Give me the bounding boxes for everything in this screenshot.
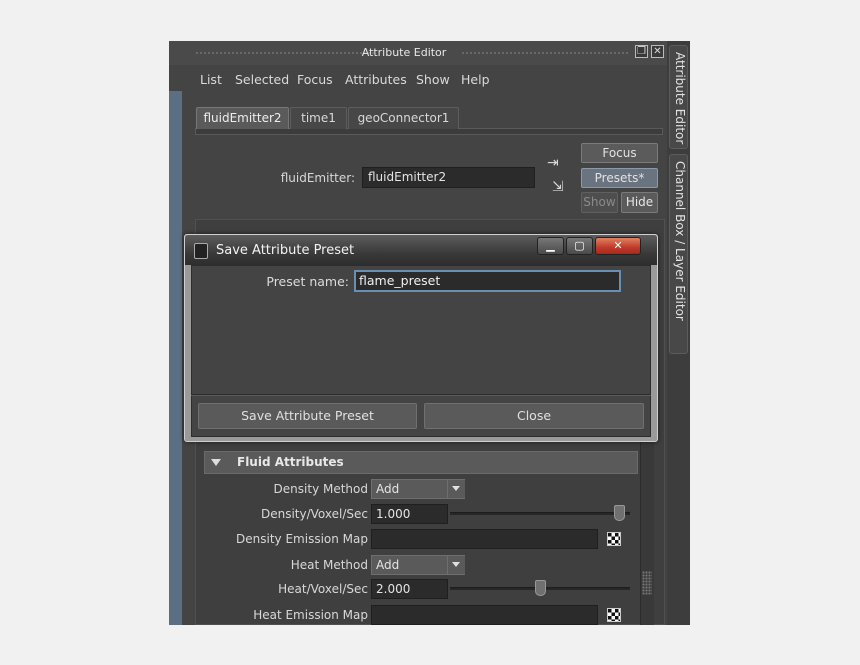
dock-tab-attribute-editor[interactable]: Attribute Editor bbox=[669, 45, 688, 149]
density-method-label: Density Method bbox=[273, 482, 368, 496]
menu-show[interactable]: Show bbox=[416, 72, 450, 87]
go-to-output-icon[interactable]: ⇲ bbox=[552, 179, 564, 195]
density-emission-map-field[interactable] bbox=[371, 529, 598, 549]
dialog-divider bbox=[191, 394, 651, 396]
maya-app-icon bbox=[194, 243, 208, 259]
close-button[interactable]: Close bbox=[424, 403, 644, 429]
menu-selected[interactable]: Selected bbox=[235, 72, 289, 87]
checker-map-icon[interactable] bbox=[607, 532, 621, 546]
density-method-dropdown-button[interactable] bbox=[447, 480, 465, 498]
menu-attributes[interactable]: Attributes bbox=[345, 72, 407, 87]
scrollbar-grip[interactable] bbox=[642, 571, 652, 595]
tab-strip bbox=[195, 128, 663, 135]
close-icon[interactable]: ✕ bbox=[595, 237, 641, 255]
chevron-down-icon bbox=[452, 562, 460, 567]
density-voxel-sec-slider[interactable] bbox=[450, 512, 630, 515]
checker-map-icon[interactable] bbox=[607, 608, 621, 622]
dock-tab-attribute-editor-label: Attribute Editor bbox=[673, 52, 687, 145]
chevron-down-icon bbox=[452, 486, 460, 491]
viewport-edge bbox=[169, 91, 182, 625]
save-attribute-preset-button[interactable]: Save Attribute Preset bbox=[198, 403, 417, 429]
menu-list[interactable]: List bbox=[200, 72, 222, 87]
density-emission-map-label: Density Emission Map bbox=[236, 532, 368, 546]
dock-tab-channel-box-label: Channel Box / Layer Editor bbox=[673, 161, 687, 321]
dialog-title-bar[interactable]: Save Attribute Preset ▁ ▢ ✕ bbox=[185, 235, 657, 265]
fluid-attributes-section-header[interactable]: Fluid Attributes bbox=[204, 451, 638, 474]
tab-time1[interactable]: time1 bbox=[290, 107, 347, 129]
dock-tab-strip: Attribute Editor Channel Box / Layer Edi… bbox=[667, 41, 690, 625]
window-title: Attribute Editor bbox=[361, 46, 447, 59]
title-bar[interactable]: Attribute Editor ❐ ✕ bbox=[169, 41, 667, 65]
load-input-connections-icon[interactable]: ⇥ bbox=[547, 155, 559, 171]
tab-fluidemitter2[interactable]: fluidEmitter2 bbox=[196, 107, 289, 129]
focus-button[interactable]: Focus bbox=[581, 143, 658, 163]
presets-button[interactable]: Presets* bbox=[581, 168, 658, 188]
density-voxel-sec-label: Density/Voxel/Sec bbox=[260, 507, 368, 521]
node-name-field[interactable]: fluidEmitter2 bbox=[362, 167, 535, 188]
node-name-label: fluidEmitter: bbox=[280, 171, 355, 185]
maximize-icon[interactable]: ▢ bbox=[566, 237, 593, 255]
density-voxel-sec-slider-handle[interactable] bbox=[613, 505, 625, 521]
menu-focus[interactable]: Focus bbox=[297, 72, 333, 87]
heat-emission-map-field[interactable] bbox=[371, 605, 598, 625]
show-button[interactable]: Show bbox=[581, 192, 618, 213]
heat-method-label: Heat Method bbox=[290, 558, 368, 572]
minimize-icon[interactable]: ▁ bbox=[537, 237, 564, 255]
heat-emission-map-label: Heat Emission Map bbox=[253, 608, 368, 622]
save-preset-dialog: Save Attribute Preset ▁ ▢ ✕ Preset name:… bbox=[184, 234, 658, 442]
preset-name-label: Preset name: bbox=[266, 274, 349, 289]
close-window-icon[interactable]: ✕ bbox=[651, 45, 664, 58]
density-voxel-sec-field[interactable]: 1.000 bbox=[371, 504, 448, 524]
collapse-arrow-icon[interactable] bbox=[211, 459, 221, 466]
preset-name-input[interactable]: flame_preset bbox=[354, 270, 621, 292]
heat-voxel-sec-slider-handle[interactable] bbox=[534, 580, 546, 596]
dock-tab-channel-box[interactable]: Channel Box / Layer Editor bbox=[669, 154, 688, 354]
heat-voxel-sec-field[interactable]: 2.000 bbox=[371, 579, 448, 599]
float-window-icon[interactable]: ❐ bbox=[635, 45, 648, 58]
tab-geoconnector1[interactable]: geoConnector1 bbox=[348, 107, 459, 129]
heat-voxel-sec-label: Heat/Voxel/Sec bbox=[278, 582, 368, 596]
menu-help[interactable]: Help bbox=[461, 72, 490, 87]
hide-button[interactable]: Hide bbox=[621, 192, 658, 213]
dialog-title: Save Attribute Preset bbox=[216, 243, 355, 258]
heat-method-dropdown-button[interactable] bbox=[447, 556, 465, 574]
attribute-scrollbar[interactable] bbox=[640, 441, 654, 625]
